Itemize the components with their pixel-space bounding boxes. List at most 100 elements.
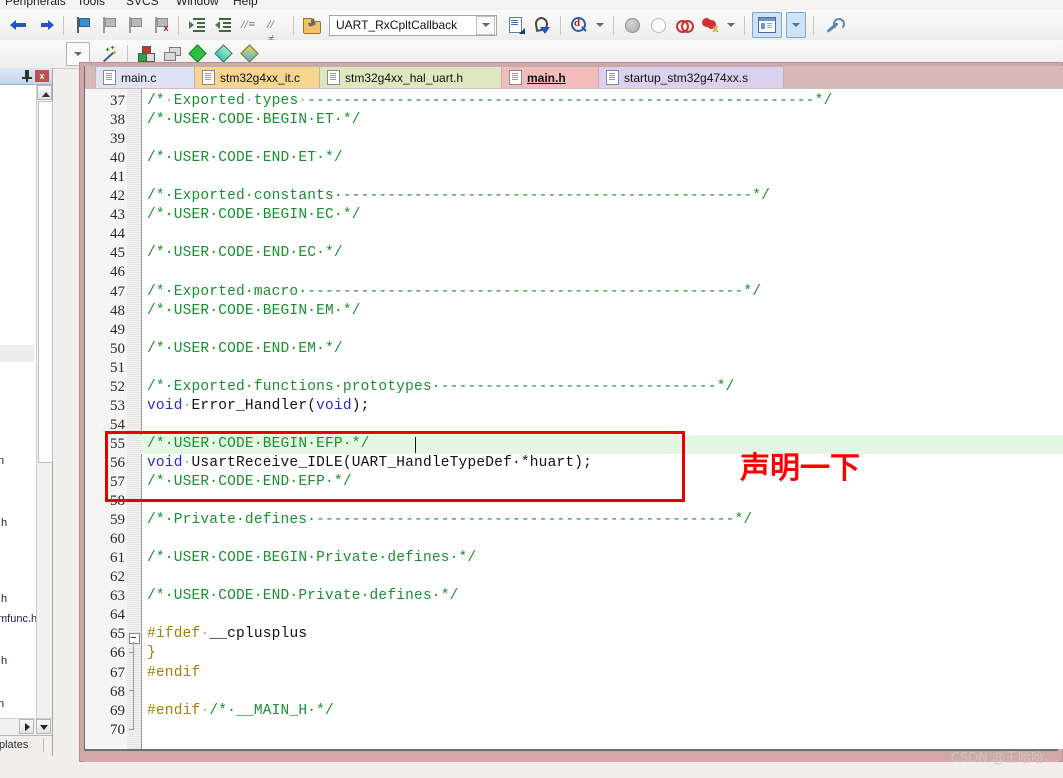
menu-item-svcs[interactable]: SVCS: [126, 0, 159, 8]
line-number: 57: [110, 474, 125, 490]
code-line[interactable]: /*·Exported·types·----------------------…: [147, 93, 832, 109]
tab-label: main.h: [527, 70, 566, 85]
indent-right-icon[interactable]: [186, 14, 208, 36]
code-editor[interactable]: 37 38 39 40 41 42 43 44 45 46 47 48 49 50 51 52 53 54 55 56…: [85, 89, 1063, 749]
code-line[interactable]: /*·Exported·constants·------------------…: [147, 188, 770, 204]
bookmark-clear-icon[interactable]: x: [149, 14, 171, 36]
breakpoint-icon[interactable]: [673, 14, 695, 36]
list-item[interactable]: h: [0, 698, 4, 710]
menu-item-tools[interactable]: Tools: [77, 0, 105, 8]
editor-tabbar: main.c stm32g4xx_it.c stm32g4xx_hal_uart…: [85, 66, 1063, 89]
code-line[interactable]: /*·Exported·macro·----------------------…: [147, 284, 761, 300]
line-number: 52: [110, 378, 125, 395]
code-line[interactable]: }: [147, 645, 156, 661]
function-combo[interactable]: UART_RxCpltCallback: [329, 14, 497, 36]
tab-main-h[interactable]: main.h: [502, 66, 599, 88]
code-line[interactable]: /*·USER·CODE·BEGIN·EM·*/: [147, 303, 361, 319]
fold-tick: [129, 690, 133, 691]
file-icon: [103, 70, 116, 85]
function-combo-arrow[interactable]: [476, 15, 495, 35]
code-line[interactable]: /*·USER·CODE·END·EM·*/: [147, 341, 343, 357]
manage-windows-dropdown-icon[interactable]: [786, 12, 806, 38]
scroll-down-icon[interactable]: [36, 719, 51, 734]
scroll-right-icon[interactable]: [19, 719, 34, 734]
project-panel-hscrollbar[interactable]: [0, 718, 52, 735]
line-number: 66: [110, 645, 125, 662]
ide-window: Peripherals Tools SVCS Window Help x //≡…: [0, 0, 1063, 778]
code-line[interactable]: #endif·/*·__MAIN_H·*/: [147, 703, 334, 719]
uncomment-icon[interactable]: //≢: [264, 14, 286, 46]
code-line[interactable]: /*·USER·CODE·BEGIN·ET·*/: [147, 112, 361, 128]
navigate-forward-icon[interactable]: [34, 14, 56, 36]
list-item[interactable]: .h: [0, 593, 7, 605]
fold-column[interactable]: [127, 89, 141, 749]
line-number: 63: [110, 588, 125, 605]
breakpoint-empty-icon[interactable]: [647, 14, 669, 36]
insert-bookmark-dropdown-icon[interactable]: [594, 14, 606, 36]
breakpoint-disabled-icon[interactable]: [621, 14, 643, 36]
breakpoints-dropdown-icon[interactable]: [725, 14, 737, 36]
close-icon[interactable]: x: [35, 70, 49, 82]
code-line[interactable]: /*·USER·CODE·BEGIN·EC·*/: [147, 207, 361, 223]
toolbar-divider: [127, 44, 128, 64]
bookmark-prev-icon[interactable]: [97, 14, 119, 36]
toolbar-divider: [293, 15, 294, 35]
annotation-text: 声明一下: [740, 451, 860, 486]
insert-bookmark-icon[interactable]: d: [568, 14, 590, 36]
code-line[interactable]: void·Error_Handler(void);: [147, 398, 370, 414]
project-panel-footer-label[interactable]: plates: [0, 739, 28, 751]
list-item[interactable]: .h: [0, 517, 7, 529]
list-item[interactable]: mfunc.h: [0, 613, 37, 625]
toolbar-divider: [178, 15, 179, 35]
code-line[interactable]: /*·USER·CODE·END·EFP·*/: [147, 474, 352, 490]
kill-breakpoints-icon[interactable]: x: [699, 14, 721, 36]
code-line[interactable]: /*·USER·CODE·BEGIN·Private·defines·*/: [147, 550, 476, 566]
list-item[interactable]: .h: [0, 655, 7, 667]
line-number: 64: [110, 607, 125, 624]
menu-item-window[interactable]: Window: [176, 0, 219, 8]
line-number: 37: [110, 93, 125, 109]
list-item[interactable]: n: [0, 455, 4, 467]
fold-toggle-icon[interactable]: [129, 633, 140, 644]
line-number: 42: [110, 188, 125, 205]
project-panel-footer: plates: [0, 735, 52, 756]
code-line[interactable]: /*·USER·CODE·END·Private·defines·*/: [147, 588, 459, 604]
line-number: 49: [110, 321, 125, 338]
code-line[interactable]: /*·USER·CODE·END·ET·*/: [147, 150, 343, 166]
open-folder-icon[interactable]: [301, 14, 323, 36]
find-next-icon[interactable]: [531, 14, 553, 36]
code-line[interactable]: #endif: [147, 665, 200, 681]
fold-bracket: [133, 642, 134, 730]
line-number: 51: [110, 359, 125, 376]
navigate-back-icon[interactable]: [8, 14, 30, 36]
code-line[interactable]: /*·USER·CODE·END·EC·*/: [147, 245, 343, 261]
tab-stm32g4xx-it-c[interactable]: stm32g4xx_it.c: [195, 66, 320, 88]
manage-windows-icon[interactable]: [752, 12, 782, 38]
scroll-up-icon[interactable]: [37, 85, 52, 100]
line-number: 58: [110, 493, 125, 510]
comment-icon[interactable]: //≡: [238, 14, 260, 36]
menu-item-help[interactable]: Help: [233, 0, 258, 8]
code-line[interactable]: /*·Private·defines·---------------------…: [147, 512, 752, 528]
tab-startup-stm32g474xx-s[interactable]: startup_stm32g474xx.s: [599, 66, 784, 88]
scroll-thumb[interactable]: [38, 101, 53, 463]
code-line[interactable]: #ifdef·__cplusplus: [147, 626, 307, 642]
indent-left-icon[interactable]: [212, 14, 234, 36]
line-number: 70: [110, 721, 125, 738]
bookmark-toggle-icon[interactable]: [71, 14, 93, 36]
code-line[interactable]: void·UsartReceive_IDLE(UART_HandleTypeDe…: [147, 455, 592, 471]
line-number: 41: [110, 169, 125, 186]
code-line[interactable]: /*·USER·CODE·BEGIN·EFP·*/: [147, 436, 370, 452]
configure-target-icon[interactable]: [821, 14, 845, 36]
menu-item-peripherals[interactable]: Peripherals: [5, 0, 66, 8]
project-panel-vscrollbar[interactable]: [36, 85, 53, 725]
line-number: 45: [110, 245, 125, 262]
tab-main-c[interactable]: main.c: [95, 66, 195, 88]
list-item-selected[interactable]: [0, 345, 34, 362]
pin-icon[interactable]: [22, 70, 32, 82]
goto-definition-icon[interactable]: [505, 14, 527, 36]
tab-label: startup_stm32g474xx.s: [624, 70, 749, 85]
code-line[interactable]: /*·Exported·functions·prototypes·-------…: [147, 379, 735, 395]
tab-stm32g4xx-hal-uart-h[interactable]: stm32g4xx_hal_uart.h: [320, 66, 502, 88]
bookmark-next-icon[interactable]: [123, 14, 145, 36]
